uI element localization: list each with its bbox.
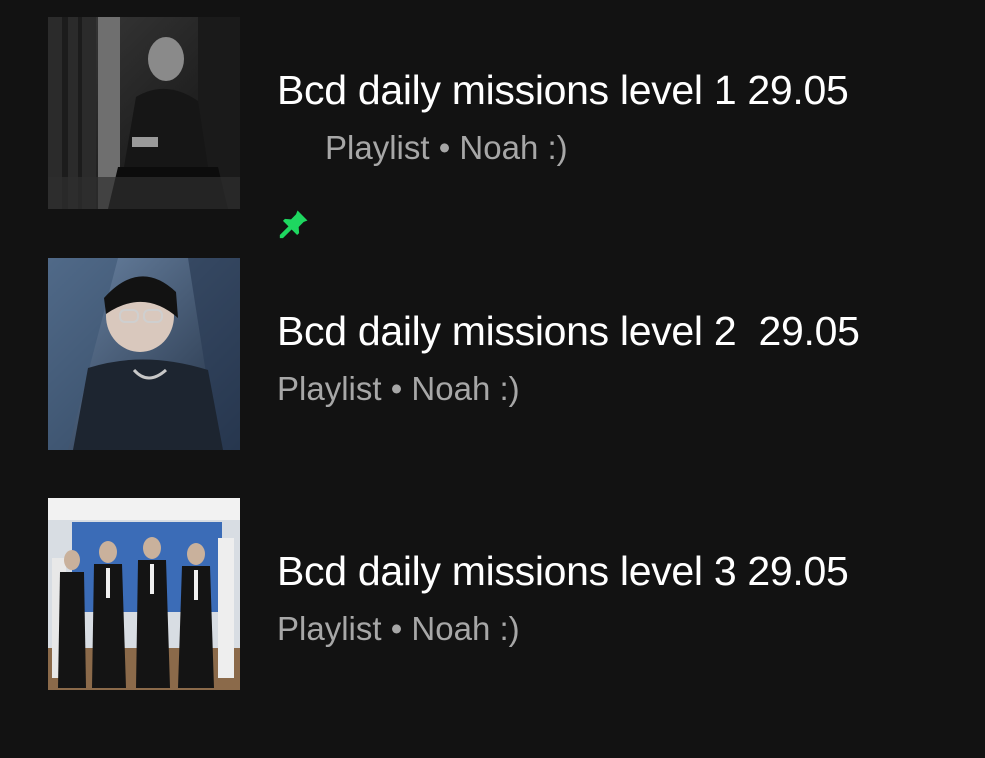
playlist-text: Bcd daily missions level 3 29.05 Playlis…: [277, 498, 977, 690]
playlist-title: Bcd daily missions level 1 29.05: [277, 67, 849, 113]
playlist-cover-image: [48, 17, 240, 209]
playlist-row[interactable]: Bcd daily missions level 3 29.05 Playlis…: [48, 498, 978, 690]
playlist-subtitle-row: Playlist • Noah :): [277, 370, 520, 408]
playlist-subtitle: Playlist • Noah :): [277, 370, 520, 407]
playlist-list: Bcd daily missions level 1 29.05 Playlis…: [0, 0, 985, 758]
playlist-title: Bcd daily missions level 2 29.05: [277, 308, 860, 354]
pin-icon: [277, 131, 311, 239]
playlist-subtitle-row: Playlist • Noah :): [277, 610, 520, 648]
playlist-row[interactable]: Bcd daily missions level 2 29.05 Playlis…: [48, 258, 978, 450]
playlist-subtitle-row: Playlist • Noah :): [277, 129, 568, 239]
playlist-row[interactable]: Bcd daily missions level 1 29.05 Playlis…: [48, 17, 978, 239]
playlist-subtitle: Playlist • Noah :): [325, 129, 568, 166]
playlist-text: Bcd daily missions level 1 29.05 Playlis…: [277, 17, 977, 239]
playlist-subtitle: Playlist • Noah :): [277, 610, 520, 647]
playlist-title: Bcd daily missions level 3 29.05: [277, 548, 849, 594]
playlist-cover-image: [48, 498, 240, 690]
playlist-text: Bcd daily missions level 2 29.05 Playlis…: [277, 258, 977, 450]
playlist-cover-image: [48, 258, 240, 450]
